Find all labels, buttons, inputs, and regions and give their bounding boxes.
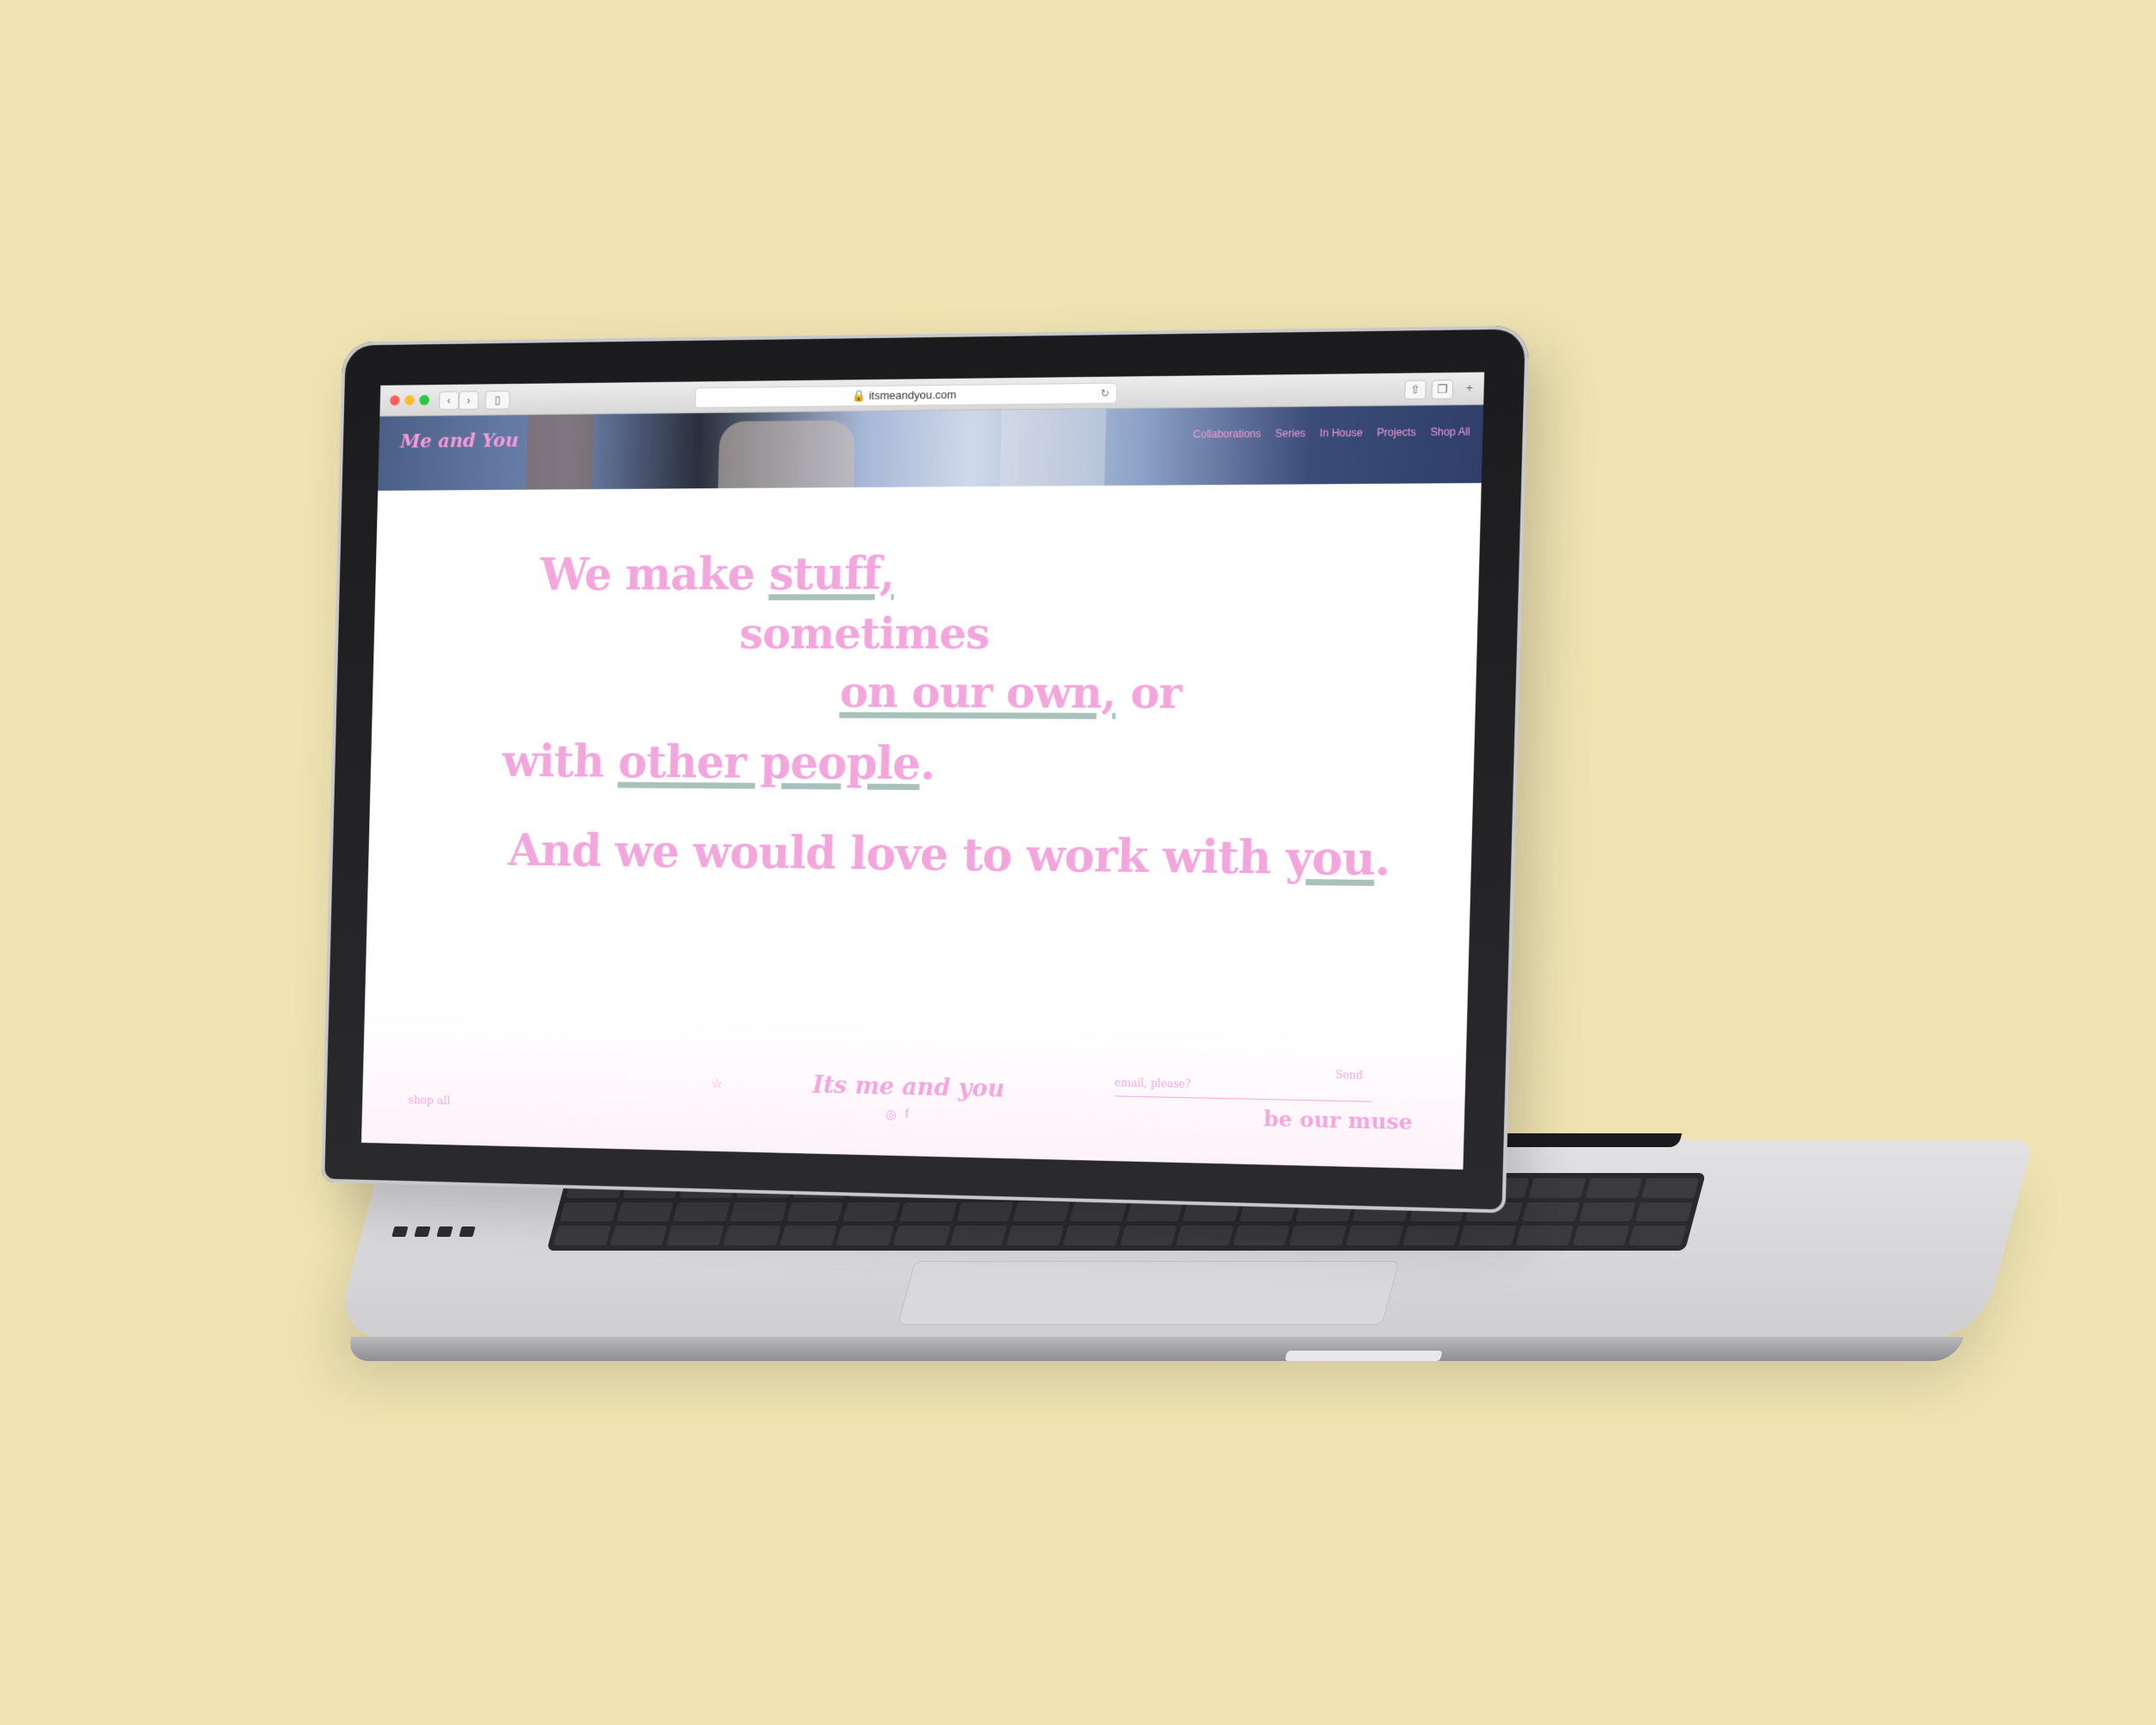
plus-icon: + — [1465, 380, 1474, 395]
minimize-window-button[interactable] — [404, 395, 415, 405]
lock-icon: 🔒 — [851, 389, 867, 403]
intro-line-3: on our own, or — [839, 666, 1182, 719]
intro-copy: We make stuff, sometimes on our own, or … — [365, 483, 1482, 1032]
intro-line-5: And we would love to work with you. — [507, 824, 1391, 887]
nav-in-house[interactable]: In House — [1319, 427, 1363, 440]
nav-series[interactable]: Series — [1275, 427, 1306, 440]
trackpad — [897, 1261, 1400, 1325]
email-field[interactable]: email, please? Send — [1114, 1069, 1372, 1102]
footer-brand: Its me and you — [812, 1071, 1006, 1103]
send-button[interactable]: Send — [1335, 1069, 1363, 1082]
laptop-front-edge — [344, 1337, 1965, 1361]
address-url: itsmeandyou.com — [868, 387, 957, 403]
facebook-icon[interactable]: f — [905, 1107, 909, 1122]
other-people-link[interactable]: other people — [617, 736, 921, 790]
intro-line-2: sometimes — [738, 607, 990, 659]
laptop-lid: ‹ › ▯ 🔒 itsmeandyou.com ↻ ⇧ ❐ + Me and Y… — [321, 325, 1530, 1214]
zoom-window-button[interactable] — [419, 394, 429, 405]
on-our-own-link[interactable]: on our own, — [839, 667, 1117, 718]
sidebar-icon: ▯ — [494, 392, 501, 406]
chevron-right-icon: › — [467, 393, 471, 407]
footer-shop-all-link[interactable]: shop all — [408, 1094, 450, 1107]
share-button[interactable]: ⇧ — [1404, 380, 1426, 400]
site-nav: Collaborations Series In House Projects … — [1193, 425, 1470, 440]
sidebar-toggle-button[interactable]: ▯ — [485, 390, 511, 410]
instagram-icon[interactable]: ◎ — [885, 1107, 896, 1122]
close-window-button[interactable] — [390, 395, 400, 406]
tabs-icon: ❐ — [1437, 382, 1448, 396]
site-logo[interactable]: Me and You — [400, 430, 519, 453]
intro-line-4: with other people. — [501, 735, 936, 791]
forward-button[interactable]: › — [458, 391, 479, 411]
chevron-left-icon: ‹ — [447, 393, 451, 407]
you-link[interactable]: you — [1285, 831, 1376, 886]
share-icon: ⇧ — [1410, 382, 1421, 397]
back-button[interactable]: ‹ — [438, 391, 460, 411]
email-placeholder: email, please? — [1114, 1076, 1191, 1091]
reload-icon[interactable]: ↻ — [1100, 384, 1110, 403]
social-links: ◎ f — [885, 1107, 909, 1123]
show-tabs-button[interactable]: ❐ — [1431, 380, 1454, 399]
star-icon: ☆ — [711, 1076, 724, 1092]
lid-notch — [1284, 1351, 1443, 1361]
nav-shop-all[interactable]: Shop All — [1430, 425, 1470, 438]
new-tab-button[interactable]: + — [1458, 380, 1481, 398]
site-footer: shop all ☆ Its me and you ◎ f email, ple… — [360, 1012, 1467, 1170]
side-ports — [392, 1226, 476, 1237]
nav-collaborations[interactable]: Collaborations — [1193, 428, 1261, 441]
intro-line-1: We make stuff, — [539, 547, 895, 601]
nav-projects[interactable]: Projects — [1377, 426, 1417, 439]
mockup-stage: ‹ › ▯ 🔒 itsmeandyou.com ↻ ⇧ ❐ + Me and Y… — [0, 0, 2156, 1725]
laptop-screen: ‹ › ▯ 🔒 itsmeandyou.com ↻ ⇧ ❐ + Me and Y… — [360, 372, 1485, 1170]
header-banner-image — [378, 405, 1484, 491]
address-bar[interactable]: 🔒 itsmeandyou.com ↻ — [694, 382, 1118, 409]
be-our-muse-heading: be our muse — [1263, 1106, 1413, 1135]
stuff-link[interactable]: stuff, — [768, 548, 895, 600]
